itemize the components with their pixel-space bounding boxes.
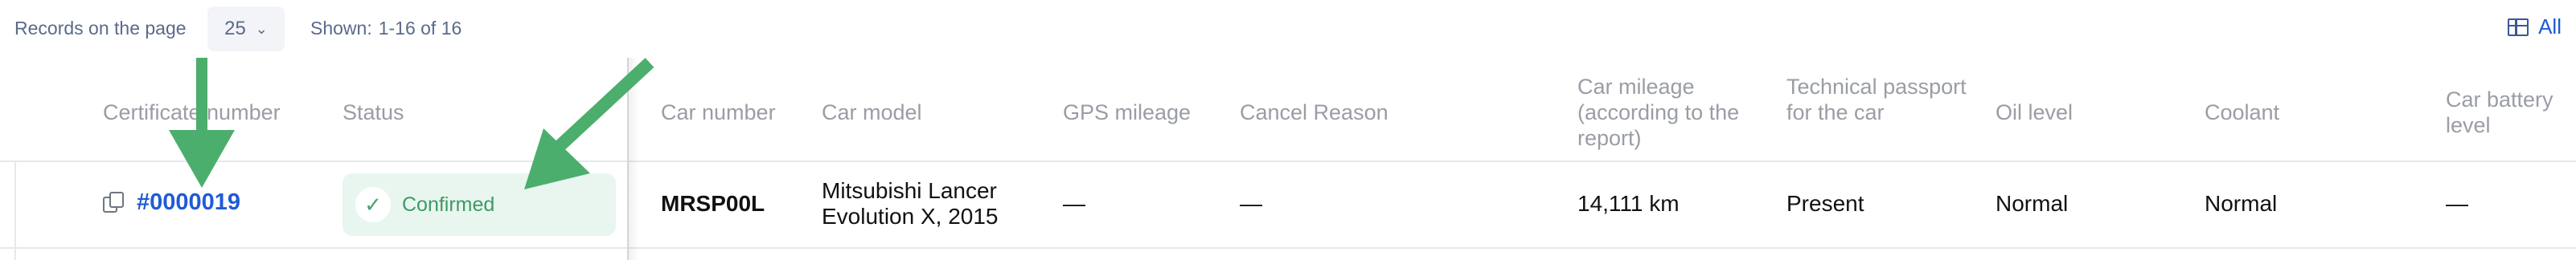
certificates-table: Certificate number Status Car number Car…: [0, 58, 2576, 260]
grid-icon: [2508, 18, 2529, 36]
column-header-cancel-reason[interactable]: Cancel Reason: [1240, 100, 1388, 125]
car-number-cell: MRSP00L: [661, 191, 765, 216]
all-columns-button[interactable]: All: [2508, 14, 2562, 39]
page-size-select[interactable]: 25 ⌄: [207, 6, 285, 51]
table-row[interactable]: #0000019 ✓ Confirmed MRSP00L Mitsubishi …: [0, 160, 2576, 249]
oil-level-cell: Normal: [1996, 191, 2069, 216]
table-toolbar: Records on the page 25 ⌄ Shown: 1-16 of 1…: [0, 0, 2576, 58]
column-header-car-mileage[interactable]: Car mileage (according to the report): [1577, 74, 1767, 151]
column-header-gps-mileage[interactable]: GPS mileage: [1063, 100, 1191, 125]
copy-icon[interactable]: [103, 191, 125, 214]
column-header-technical-passport[interactable]: Technical passport for the car: [1786, 74, 1976, 125]
frozen-columns-shadow: [627, 58, 638, 260]
status-text: Confirmed: [402, 193, 495, 216]
battery-level-cell: —: [2446, 191, 2468, 216]
records-per-page-label: Records on the page: [14, 18, 187, 39]
technical-passport-cell: Present: [1786, 191, 1864, 216]
status-badge: ✓ Confirmed: [343, 173, 616, 236]
shown-range: Shown: 1-16 of 16: [310, 18, 468, 39]
shown-value: 1-16 of 16: [378, 18, 462, 39]
check-icon: ✓: [355, 187, 391, 222]
table-header: Certificate number Status Car number Car…: [0, 58, 2576, 162]
gps-mileage-cell: —: [1063, 191, 1085, 216]
column-header-status[interactable]: Status: [343, 100, 404, 125]
car-model-cell: Mitsubishi Lancer Evolution X, 2015: [822, 178, 999, 229]
column-header-car-model[interactable]: Car model: [822, 100, 922, 125]
column-header-car-battery-level[interactable]: Car battery level: [2446, 87, 2566, 138]
all-columns-label: All: [2538, 14, 2562, 39]
column-header-coolant[interactable]: Coolant: [2205, 100, 2279, 125]
column-header-car-number[interactable]: Car number: [661, 100, 776, 125]
certificate-number-link[interactable]: #0000019: [137, 189, 240, 216]
shown-label: Shown:: [310, 18, 372, 39]
chevron-down-icon: ⌄: [255, 20, 268, 37]
car-mileage-cell: 14,111 km: [1577, 191, 1680, 216]
column-header-certificate-number[interactable]: Certificate number: [103, 100, 281, 125]
certificate-number-cell: #0000019: [103, 189, 240, 216]
column-header-oil-level[interactable]: Oil level: [1996, 100, 2073, 125]
page-size-value: 25: [224, 18, 246, 39]
cancel-reason-cell: —: [1240, 191, 1262, 216]
row-left-border: [14, 160, 16, 260]
coolant-cell: Normal: [2205, 191, 2278, 216]
